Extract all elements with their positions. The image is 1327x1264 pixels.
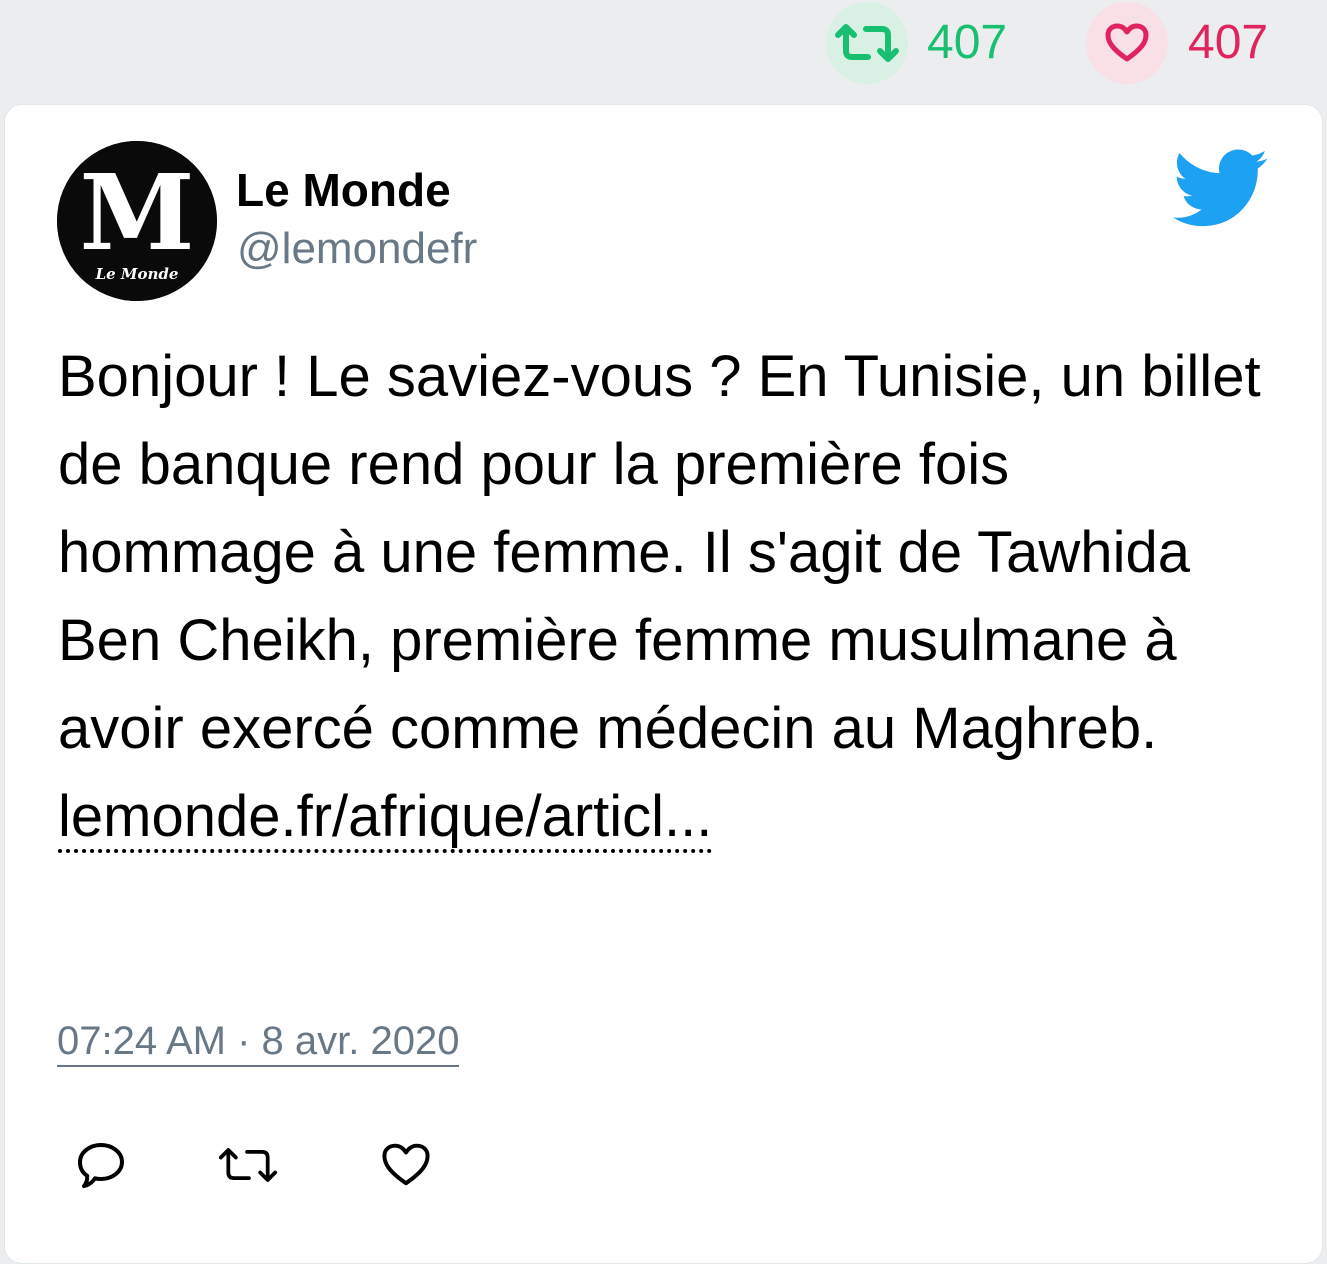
svg-text:M: M [79, 151, 194, 274]
like-stat[interactable]: 407 [1086, 2, 1268, 84]
avatar[interactable]: M Le Monde [57, 141, 217, 301]
author-name[interactable]: Le Monde [236, 163, 451, 218]
tweet-text: Bonjour ! Le saviez-vous ? En Tunisie, u… [58, 333, 1278, 861]
like-button[interactable] [376, 1135, 436, 1195]
retweet-icon [218, 1148, 278, 1182]
retweet-button[interactable] [218, 1135, 278, 1195]
author-handle[interactable]: @lemondefr [237, 223, 477, 276]
reply-icon [78, 1143, 124, 1188]
tweet-timestamp[interactable]: 07:24 AM · 8 avr. 2020 [57, 1017, 460, 1067]
retweet-stat-circle[interactable] [826, 2, 908, 84]
heart-icon [382, 1143, 430, 1186]
tweet-link[interactable]: lemonde.fr/afrique/articl... [58, 784, 713, 853]
retweet-icon [835, 24, 899, 62]
svg-text:Le Monde: Le Monde [95, 265, 179, 283]
tweet-body: Bonjour ! Le saviez-vous ? En Tunisie, u… [58, 344, 1261, 761]
twitter-bird-icon[interactable] [1173, 149, 1269, 229]
tweet-card: M Le Monde Le Monde @lemondefr Bonjour !… [4, 104, 1323, 1264]
tweet-stats-bar: 407 407 [0, 0, 1327, 100]
retweet-stat[interactable]: 407 [826, 2, 1007, 84]
reply-button[interactable] [71, 1135, 131, 1195]
retweet-count: 407 [927, 16, 1008, 69]
like-count: 407 [1188, 16, 1269, 69]
like-stat-circle[interactable] [1086, 2, 1168, 84]
le-monde-logo: M Le Monde [57, 141, 217, 301]
heart-icon [1105, 23, 1149, 62]
